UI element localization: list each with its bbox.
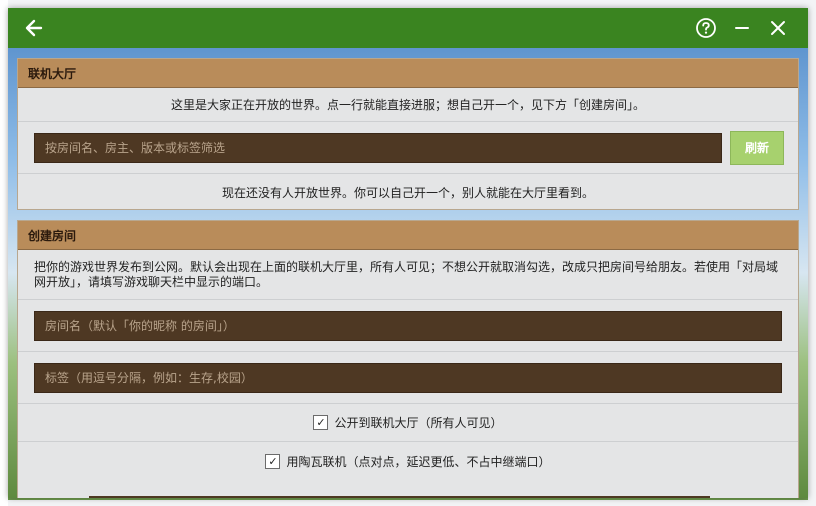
create-room-description: 把你的游戏世界发布到公网。默认会出现在上面的联机大厅里，所有人可见；不想公开就取… bbox=[18, 250, 798, 300]
multiplayer-window: 联机大厅 这里是大家正在开放的世界。点一行就能直接进服；想自己开一个，见下方「创… bbox=[8, 8, 808, 498]
tags-input[interactable] bbox=[34, 362, 782, 393]
help-circle-icon bbox=[696, 18, 716, 38]
create-room-panel: 创建房间 把你的游戏世界发布到公网。默认会出现在上面的联机大厅里，所有人可见；不… bbox=[17, 220, 799, 498]
refresh-button[interactable]: 刷新 bbox=[730, 130, 784, 165]
lobby-empty-message: 现在还没有人开放世界。你可以自己开一个，别人就能在大厅里看到。 bbox=[221, 185, 594, 200]
help-button[interactable] bbox=[688, 14, 724, 42]
lobby-title: 联机大厅 bbox=[18, 59, 798, 88]
minimize-icon bbox=[735, 27, 749, 29]
create-room-title: 创建房间 bbox=[18, 221, 798, 250]
lobby-panel: 联机大厅 这里是大家正在开放的世界。点一行就能直接进服；想自己开一个，见下方「创… bbox=[17, 58, 799, 210]
close-icon bbox=[771, 21, 785, 35]
p2p-option-row: ✓ 用陶瓦联机（点对点，延迟更低、不占中继端口） bbox=[18, 442, 798, 480]
back-button[interactable] bbox=[20, 14, 48, 42]
lobby-filter-input[interactable] bbox=[34, 132, 722, 163]
lobby-filter-row: 刷新 bbox=[18, 122, 798, 174]
create-room-submit-button-partial[interactable] bbox=[89, 496, 710, 498]
public-checkbox-label: 公开到联机大厅（所有人可见） bbox=[334, 416, 503, 430]
room-name-input[interactable] bbox=[34, 310, 782, 341]
public-checkbox[interactable]: ✓ bbox=[313, 415, 329, 430]
background-left-strip bbox=[0, 0, 8, 506]
p2p-checkbox[interactable]: ✓ bbox=[265, 453, 281, 469]
lobby-intro: 这里是大家正在开放的世界。点一行就能直接进服；想自己开一个，见下方「创建房间」。 bbox=[18, 88, 798, 122]
p2p-checkbox-label: 用陶瓦联机（点对点，延迟更低、不占中继端口） bbox=[286, 454, 551, 469]
close-button[interactable] bbox=[760, 14, 796, 42]
titlebar bbox=[8, 8, 808, 48]
room-name-row bbox=[18, 300, 798, 352]
content-area: 联机大厅 这里是大家正在开放的世界。点一行就能直接进服；想自己开一个，见下方「创… bbox=[8, 48, 808, 498]
arrow-left-icon bbox=[25, 19, 43, 37]
public-option-row: ✓ 公开到联机大厅（所有人可见） bbox=[18, 404, 798, 442]
minimize-button[interactable] bbox=[724, 14, 760, 42]
tags-row bbox=[18, 352, 798, 404]
